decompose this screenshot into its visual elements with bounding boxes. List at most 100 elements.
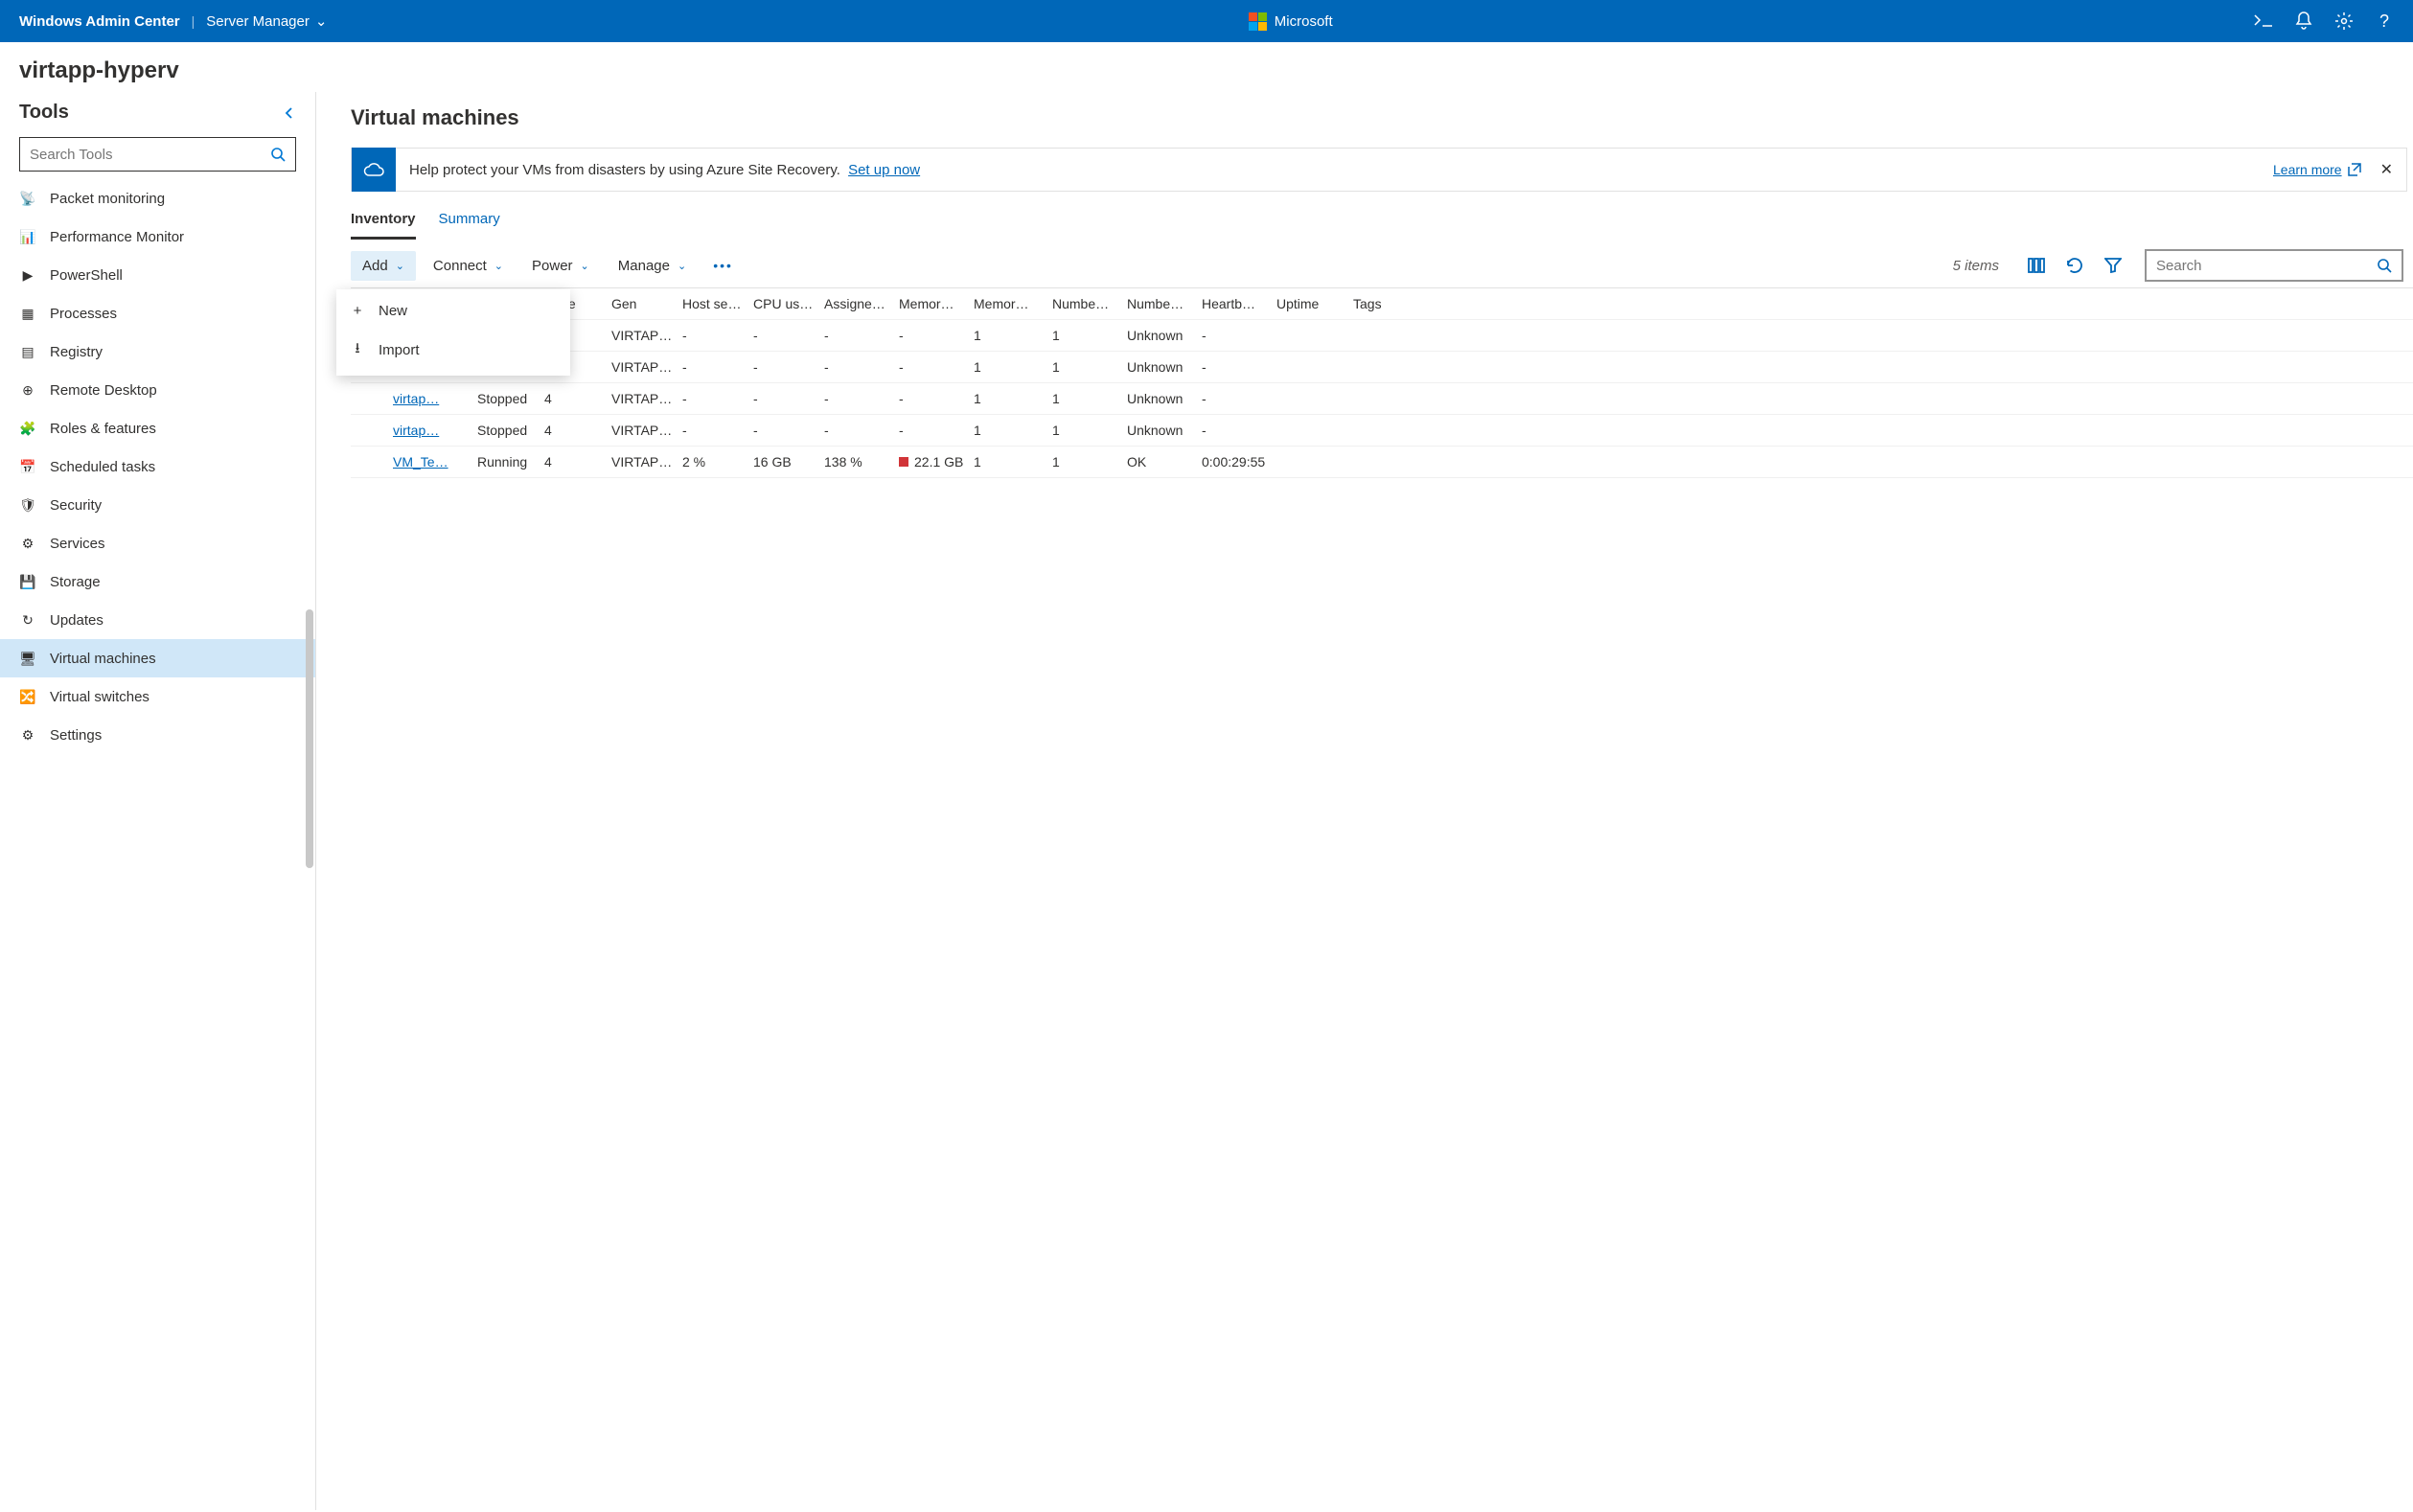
scrollbar[interactable] xyxy=(306,609,313,868)
top-bar: Windows Admin Center | Server Manager ⌄ … xyxy=(0,0,2413,42)
tool-icon: 🖥 xyxy=(19,650,36,667)
tool-icon: 📊 xyxy=(19,228,36,245)
col-header[interactable]: Host se… xyxy=(682,296,753,311)
table-row[interactable]: virtap…Stopped4VIRTAPP…----11Unknown- xyxy=(351,383,2413,415)
connect-button[interactable]: Connect⌄ xyxy=(422,251,515,281)
toolbar: Add⌄ Connect⌄ Power⌄ Manage⌄ ••• 5 items xyxy=(351,249,2413,282)
columns-icon[interactable] xyxy=(2020,252,2053,279)
col-header[interactable]: Memor… xyxy=(974,296,1052,311)
server-name: virtapp-hyperv xyxy=(0,42,2413,92)
close-banner-button[interactable]: ✕ xyxy=(2380,160,2393,179)
product-title: Windows Admin Center xyxy=(19,13,180,30)
sidebar-item-virtual-machines[interactable]: 🖥Virtual machines xyxy=(0,639,315,677)
setup-now-link[interactable]: Set up now xyxy=(848,162,920,178)
sidebar-item-storage[interactable]: 💾 Storage xyxy=(0,562,315,601)
sidebar-item-label: Services xyxy=(50,536,105,552)
col-header[interactable]: Memor… xyxy=(899,296,974,311)
brand-label: Microsoft xyxy=(1275,13,1333,30)
power-button[interactable]: Power⌄ xyxy=(520,251,601,281)
item-count: 5 items xyxy=(1953,258,1999,274)
add-button[interactable]: Add⌄ xyxy=(351,251,416,281)
help-icon[interactable]: ? xyxy=(2375,11,2394,31)
search-tools-field[interactable] xyxy=(19,137,296,172)
filter-icon[interactable] xyxy=(2097,252,2129,279)
sidebar-item-label: Storage xyxy=(50,574,101,590)
chevron-down-icon: ⌄ xyxy=(581,260,589,272)
page-title: Virtual machines xyxy=(351,105,2413,130)
tools-title: Tools xyxy=(19,102,69,124)
table-row[interactable]: virtap…VIRTAPP…----11Unknown- xyxy=(351,320,2413,352)
col-header[interactable]: Assigne… xyxy=(824,296,899,311)
tool-icon: ↻ xyxy=(19,611,36,629)
sidebar-item-security[interactable]: 🛡Security xyxy=(0,486,315,524)
main-content: Virtual machines Help protect your VMs f… xyxy=(316,92,2413,1510)
sidebar-item-label: Virtual switches xyxy=(50,689,149,705)
add-import-item[interactable]: ⭳Import xyxy=(336,329,570,372)
vm-name-link[interactable]: VM_Te… xyxy=(393,454,448,470)
search-input[interactable] xyxy=(2156,258,2377,274)
col-header[interactable]: Uptime xyxy=(1276,296,1353,311)
sidebar-item-scheduled-tasks[interactable]: 📅Scheduled tasks xyxy=(0,447,315,486)
sidebar-item-roles-features[interactable]: 🧩Roles & features xyxy=(0,409,315,447)
search-icon xyxy=(270,147,286,162)
vm-name-link[interactable]: virtap… xyxy=(393,423,439,438)
tool-icon: ⚙ xyxy=(19,535,36,552)
col-header[interactable]: Gen xyxy=(611,296,682,311)
tab-summary[interactable]: Summary xyxy=(439,205,500,240)
table-row[interactable]: virtap…Stopped4VIRTAPP…----11Unknown- xyxy=(351,415,2413,447)
sidebar-item-packet-monitoring[interactable]: 📡Packet monitoring xyxy=(0,179,315,218)
server-manager-menu[interactable]: Server Manager ⌄ xyxy=(206,12,327,30)
sidebar-item-processes[interactable]: ▦Processes xyxy=(0,294,315,332)
brand: Microsoft xyxy=(327,12,2254,31)
table-row[interactable]: VM_Te…Running4VIRTAPP…2 %16 GB138 %22.1 … xyxy=(351,447,2413,478)
search-field[interactable] xyxy=(2145,249,2403,282)
divider: | xyxy=(192,13,195,29)
chevron-down-icon: ⌄ xyxy=(494,260,503,272)
chevron-down-icon: ⌄ xyxy=(396,260,404,272)
manage-button[interactable]: Manage⌄ xyxy=(607,251,698,281)
sidebar-item-registry[interactable]: ▤ Registry xyxy=(0,332,315,371)
tab-inventory[interactable]: Inventory xyxy=(351,205,416,240)
notifications-icon[interactable] xyxy=(2294,11,2313,31)
sidebar-item-performance-monitor[interactable]: 📊 Performance Monitor xyxy=(0,218,315,256)
col-header[interactable]: Numbe… xyxy=(1052,296,1127,311)
tabs: Inventory Summary xyxy=(351,205,2413,240)
chevron-down-icon: ⌄ xyxy=(315,12,328,30)
sidebar-item-virtual-switches[interactable]: 🔀Virtual switches xyxy=(0,677,315,716)
sidebar-item-label: Registry xyxy=(50,344,103,360)
sidebar-item-label: Roles & features xyxy=(50,421,156,437)
server-manager-label: Server Manager xyxy=(206,13,310,30)
col-header[interactable]: CPU us… xyxy=(753,296,824,311)
tool-icon: ▤ xyxy=(19,343,36,360)
sidebar-item-powershell[interactable]: ▶PowerShell xyxy=(0,256,315,294)
microsoft-logo-icon xyxy=(1249,12,1267,31)
sidebar-item-label: Processes xyxy=(50,306,117,322)
more-actions-button[interactable]: ••• xyxy=(703,251,743,280)
console-icon[interactable] xyxy=(2254,11,2273,31)
col-header[interactable]: Heartb… xyxy=(1202,296,1276,311)
table-row[interactable]: virtap…Stopped4VIRTAPP…----11Unknown- xyxy=(351,352,2413,383)
collapse-sidebar-button[interactable] xyxy=(283,106,296,120)
sidebar-item-label: Performance Monitor xyxy=(50,229,184,245)
tool-icon: 💾 xyxy=(19,573,36,590)
sidebar-item-services[interactable]: ⚙ Services xyxy=(0,524,315,562)
search-icon xyxy=(2377,258,2392,273)
col-header[interactable]: Tags xyxy=(1353,296,1401,311)
sidebar-item-label: Scheduled tasks xyxy=(50,459,155,475)
vm-grid: NameStateGenHost se…CPU us…Assigne…Memor… xyxy=(351,287,2413,478)
sidebar-item-settings[interactable]: ⚙Settings xyxy=(0,716,315,754)
learn-more-link[interactable]: Learn more xyxy=(2273,162,2361,177)
new-icon: + xyxy=(350,303,365,319)
settings-icon[interactable] xyxy=(2334,11,2354,31)
sidebar-item-label: PowerShell xyxy=(50,267,123,284)
vm-name-link[interactable]: virtap… xyxy=(393,391,439,406)
add-new-item[interactable]: +New xyxy=(336,293,570,329)
sidebar-item-remote-desktop[interactable]: ⊕Remote Desktop xyxy=(0,371,315,409)
col-header[interactable]: Numbe… xyxy=(1127,296,1202,311)
cloud-icon xyxy=(352,148,396,192)
sidebar-item-updates[interactable]: ↻Updates xyxy=(0,601,315,639)
refresh-icon[interactable] xyxy=(2058,251,2091,280)
sidebar-item-label: Security xyxy=(50,497,102,514)
sidebar-item-label: Packet monitoring xyxy=(50,191,165,207)
search-tools-input[interactable] xyxy=(30,147,270,163)
